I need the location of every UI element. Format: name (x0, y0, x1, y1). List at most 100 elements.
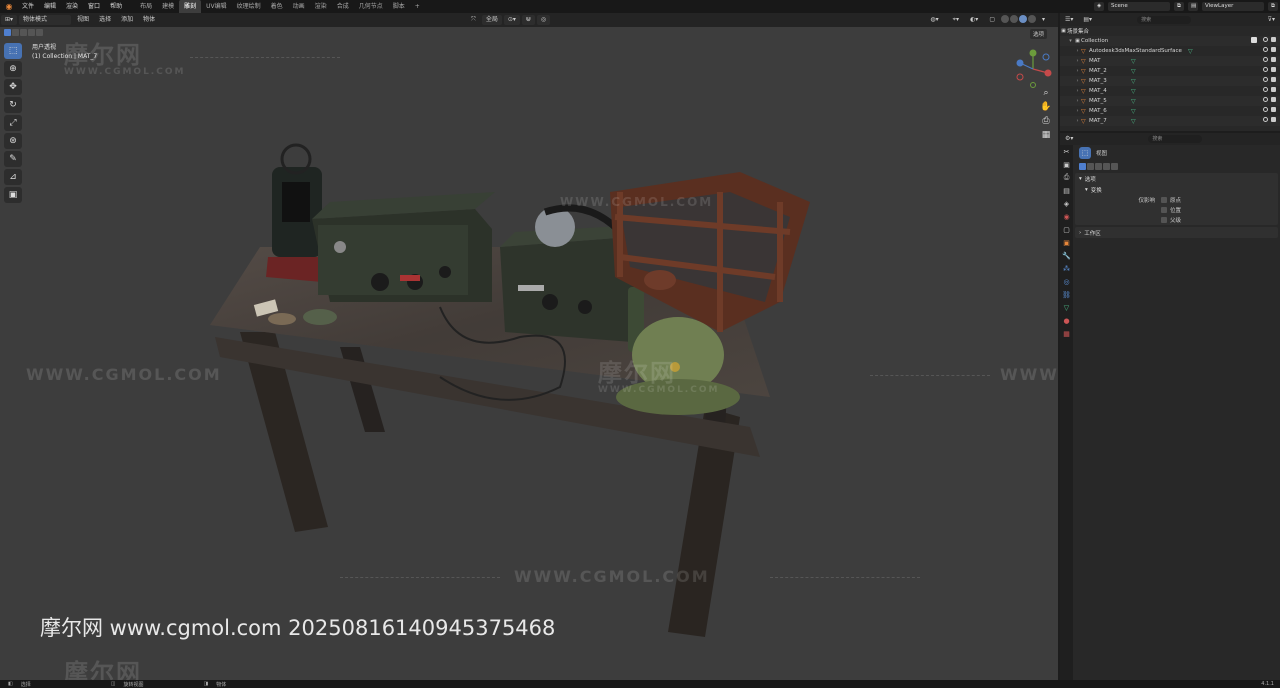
menu-edit[interactable]: 编辑 (39, 0, 61, 13)
view-layer-icon[interactable]: ▤ (1188, 2, 1198, 11)
menu-object[interactable]: 物体 (139, 15, 159, 25)
mode-selector[interactable]: 物体模式 (19, 15, 72, 25)
outliner-type-icon[interactable]: ☰▾ (1061, 15, 1077, 25)
add-workspace-button[interactable]: + (410, 0, 425, 13)
gizmo-toggle-icon[interactable]: ⌖▾ (949, 15, 963, 25)
select-subtract-icon[interactable] (20, 29, 27, 36)
tab-modeling[interactable]: 建模 (157, 0, 179, 13)
eye-icon[interactable] (1263, 67, 1268, 72)
origin-checkbox[interactable] (1161, 197, 1167, 203)
perspective-toggle-icon[interactable]: ▦ (1040, 129, 1052, 141)
tool-tab-icon[interactable]: ✂ (1060, 145, 1073, 158)
scene-icon[interactable]: ◈ (1094, 2, 1104, 11)
snap-icon[interactable]: ⋓ (521, 15, 535, 25)
tab-compositing[interactable]: 合成 (332, 0, 354, 13)
tab-scripting[interactable]: 脚本 (388, 0, 410, 13)
material-shading-icon[interactable] (1018, 15, 1027, 23)
chevron-right-icon[interactable]: › (1074, 98, 1081, 104)
outliner-item[interactable]: › ▽ MAT ▽ (1060, 56, 1280, 66)
camera-icon[interactable] (1271, 87, 1276, 92)
select-extend-icon[interactable] (12, 29, 19, 36)
eye-icon[interactable] (1263, 57, 1268, 62)
transform-subpanel-header[interactable]: ▾ 变换 (1075, 184, 1278, 195)
eye-icon[interactable] (1263, 77, 1268, 82)
eye-icon[interactable] (1263, 107, 1268, 112)
chevron-right-icon[interactable]: › (1074, 78, 1081, 84)
select-invert-icon[interactable] (28, 29, 35, 36)
camera-icon[interactable] (1271, 97, 1276, 102)
chevron-right-icon[interactable]: › (1074, 68, 1081, 74)
outliner-item[interactable]: › ▽ MAT_3 ▽ (1060, 76, 1280, 86)
overlay-toggle-icon[interactable]: ◐▾ (966, 15, 982, 25)
tab-texture-paint[interactable]: 纹理绘制 (232, 0, 266, 13)
view-layer-tab-icon[interactable]: ▤ (1060, 184, 1073, 197)
menu-window[interactable]: 窗口 (83, 0, 105, 13)
xray-toggle-icon[interactable]: ▢ (985, 15, 999, 25)
pan-hand-icon[interactable]: ✋ (1040, 101, 1052, 113)
outliner-item[interactable]: › ▽ MAT_7 ▽ (1060, 116, 1280, 126)
parent-checkbox[interactable] (1161, 217, 1167, 223)
menu-help[interactable]: 帮助 (105, 0, 127, 13)
orientation-icon[interactable]: ⤧ (467, 15, 480, 25)
scene-selector[interactable]: Scene (1108, 2, 1170, 11)
cursor-tool-icon[interactable]: ⊕ (4, 61, 22, 77)
eye-icon[interactable] (1263, 97, 1268, 102)
data-tab-icon[interactable]: ▽ (1060, 301, 1073, 314)
blender-logo-icon[interactable]: ◉ (4, 2, 14, 12)
render-tab-icon[interactable]: ▣ (1060, 158, 1073, 171)
world-tab-icon[interactable]: ◉ (1060, 210, 1073, 223)
wireframe-shading-icon[interactable] (1000, 15, 1009, 23)
tab-uv-editing[interactable]: UV编辑 (201, 0, 232, 13)
menu-view[interactable]: 视图 (73, 15, 93, 25)
tab-layout[interactable]: 布局 (135, 0, 157, 13)
zoom-icon[interactable]: ⌕ (1040, 87, 1052, 99)
chevron-right-icon[interactable]: › (1074, 88, 1081, 94)
chevron-right-icon[interactable]: › (1074, 108, 1081, 114)
location-checkbox[interactable] (1161, 207, 1167, 213)
tab-animation[interactable]: 动画 (288, 0, 310, 13)
view-layer-options-icon[interactable]: ⧉ (1268, 2, 1278, 11)
outliner-scene-collection[interactable]: ▣ 场景集合 (1060, 26, 1280, 36)
tab-sculpting[interactable]: 雕刻 (179, 0, 202, 13)
camera-icon[interactable] (1271, 57, 1276, 62)
tab-rendering[interactable]: 渲染 (310, 0, 332, 13)
select-box-tool-icon[interactable]: ⬚ (4, 43, 22, 59)
menu-add[interactable]: 添加 (117, 15, 137, 25)
constraints-tab-icon[interactable]: ⛓ (1060, 288, 1073, 301)
select-new-icon[interactable] (4, 29, 11, 36)
select-extend-icon[interactable] (1087, 162, 1094, 170)
properties-search-input[interactable]: 搜索 (1148, 135, 1203, 143)
menu-select[interactable]: 选择 (95, 15, 115, 25)
outliner-item[interactable]: › ▽ MAT_6 ▽ (1060, 106, 1280, 116)
camera-icon[interactable] (1271, 37, 1276, 42)
3d-viewport[interactable]: 用户透视 (1) Collection | MAT_7 ⬚ ⊕ ✥ ↻ ⤢ ⊛ … (0, 27, 1058, 680)
options-panel-header[interactable]: ▾ 选项 (1075, 173, 1278, 184)
transform-tool-icon[interactable]: ⊛ (4, 133, 22, 149)
camera-icon[interactable] (1271, 107, 1276, 112)
outliner-item[interactable]: › ▽ MAT_4 ▽ (1060, 86, 1280, 96)
material-tab-icon[interactable]: ● (1060, 314, 1073, 327)
visibility-icon[interactable]: ◍▾ (926, 15, 942, 25)
scene-options-icon[interactable]: ⧉ (1174, 2, 1184, 11)
menu-render[interactable]: 渲染 (61, 0, 83, 13)
texture-tab-icon[interactable]: ▦ (1060, 327, 1073, 340)
orientation-selector[interactable]: 全局 (481, 15, 502, 25)
rendered-shading-icon[interactable] (1027, 15, 1036, 23)
outliner-filter-icon[interactable]: ⊽▾ (1264, 15, 1279, 25)
shading-options-icon[interactable]: ▾ (1038, 15, 1049, 25)
properties-type-icon[interactable]: ⚙▾ (1061, 134, 1077, 144)
proportional-edit-icon[interactable]: ◎ (536, 15, 551, 25)
select-invert-icon[interactable] (1103, 162, 1110, 170)
exclude-checkbox[interactable] (1251, 37, 1257, 43)
physics-tab-icon[interactable]: ◎ (1060, 275, 1073, 288)
rotate-tool-icon[interactable]: ↻ (4, 97, 22, 113)
annotate-tool-icon[interactable]: ✎ (4, 151, 22, 167)
select-new-icon[interactable] (1079, 162, 1086, 170)
outliner-search-input[interactable]: 搜索 (1137, 15, 1192, 24)
camera-icon[interactable] (1271, 117, 1276, 122)
measure-tool-icon[interactable]: ⊿ (4, 169, 22, 185)
camera-icon[interactable] (1271, 47, 1276, 52)
solid-shading-icon[interactable] (1009, 15, 1018, 23)
outliner-item[interactable]: › ▽ Autodesk3dsMaxStandardSurface ▽ (1060, 46, 1280, 56)
outliner-display-icon[interactable]: ▤▾ (1079, 15, 1096, 25)
